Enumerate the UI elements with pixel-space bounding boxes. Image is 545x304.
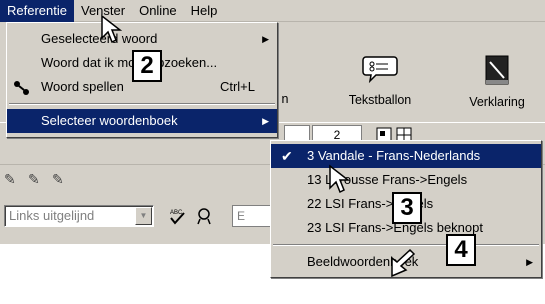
submenu-arrow-icon: ▶	[262, 34, 269, 44]
alignment-combo[interactable]: Links uitgelijnd ▼	[4, 205, 154, 227]
menu-help[interactable]: Help	[184, 0, 225, 22]
verklaring-label: Verklaring	[469, 95, 525, 109]
font-field[interactable]: E	[232, 205, 272, 227]
toolbar-partial-label: n	[281, 92, 289, 106]
verklaring-button[interactable]: Verklaring	[452, 54, 542, 109]
menu-item-geselecteerd-woord[interactable]: Geselecteerd woord ▶	[7, 27, 277, 51]
mouse-pointer-icon	[101, 14, 123, 44]
menu-separator	[273, 244, 539, 246]
menu-item-vandale[interactable]: ✔ 3 Vandale - Frans-Nederlands	[271, 144, 541, 168]
menu-separator	[9, 103, 275, 105]
menu-item-selecteer-woordenboek[interactable]: Selecteer woordenboek ▶	[7, 109, 277, 133]
mouse-pointer-icon	[391, 248, 416, 278]
tekstballon-label: Tekstballon	[348, 93, 412, 107]
menu-item-label: Woord dat ik moet opzoeken...	[41, 55, 218, 70]
menu-referentie[interactable]: Referentie	[0, 0, 74, 22]
pen-icon[interactable]: ✎	[4, 171, 16, 188]
submenu-arrow-icon: ▶	[526, 257, 533, 267]
search-icon[interactable]	[196, 207, 214, 225]
alignment-value: Links uitgelijnd	[9, 208, 95, 223]
callout-step-3: 3	[392, 192, 422, 224]
callout-step-4: 4	[446, 234, 476, 266]
menu-item-label: Woord spellen	[41, 79, 124, 94]
submenu-arrow-icon: ▶	[262, 116, 269, 126]
callout-step-2: 2	[132, 50, 162, 82]
menu-online[interactable]: Online	[132, 0, 184, 22]
book-icon	[485, 55, 509, 85]
pen-icon[interactable]: ✎	[52, 171, 64, 188]
menu-item-larousse[interactable]: 13 Larousse Frans->Engels	[271, 168, 541, 192]
spell-icon	[13, 75, 31, 99]
chevron-down-icon[interactable]: ▼	[135, 207, 152, 225]
menu-item-label: Selecteer woordenboek	[41, 113, 178, 128]
spellcheck-icon[interactable]: ABC	[168, 207, 186, 225]
tekstballon-button[interactable]: Tekstballon	[335, 54, 425, 107]
menu-item-label: 3 Vandale - Frans-Nederlands	[307, 148, 481, 163]
speech-balloon-icon	[362, 56, 398, 84]
shortcut-text: Ctrl+L	[219, 79, 255, 94]
checkmark-icon: ✔	[281, 148, 293, 164]
mouse-pointer-icon	[329, 164, 351, 194]
pen-icon[interactable]: ✎	[28, 171, 40, 188]
menu-bar: Referentie Venster Online Help	[0, 0, 545, 22]
